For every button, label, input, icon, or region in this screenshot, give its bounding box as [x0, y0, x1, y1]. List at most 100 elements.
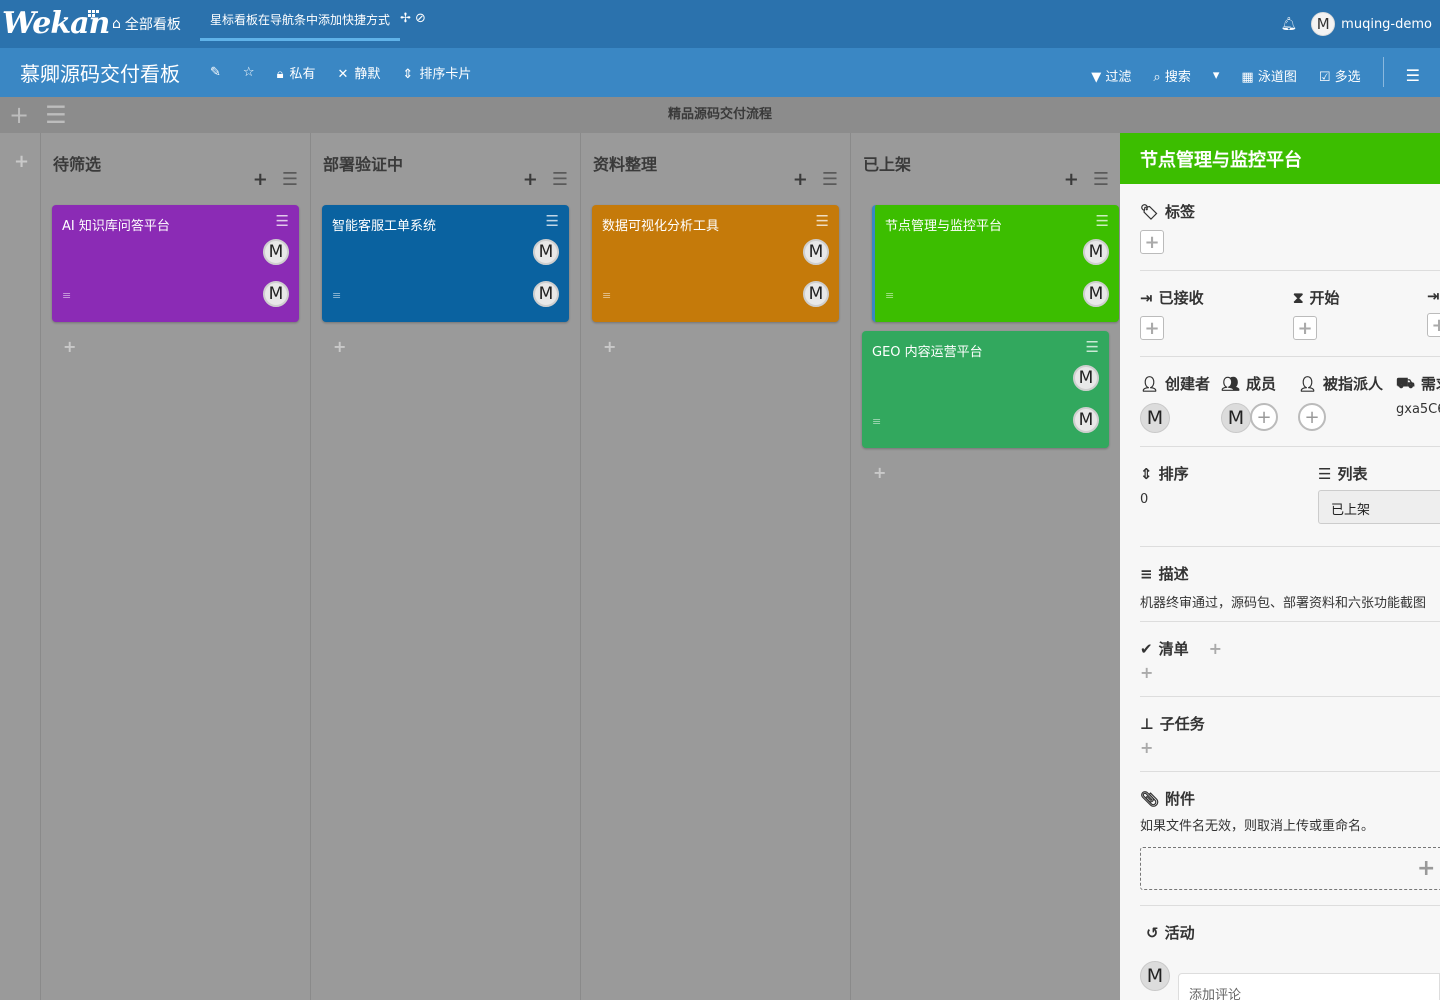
- list-title[interactable]: 部署验证中: [323, 151, 403, 175]
- list-controls: + ☰: [253, 169, 298, 190]
- member-avatar[interactable]: M: [1221, 403, 1251, 433]
- sort-value[interactable]: 0: [1140, 492, 1300, 507]
- hamburger-menu-icon[interactable]: ☰: [1406, 66, 1420, 85]
- divider: [1140, 446, 1440, 447]
- home-icon: ⌂: [112, 16, 121, 32]
- card-menu-icon[interactable]: ☰: [816, 214, 829, 229]
- card-member-avatar[interactable]: M: [803, 239, 829, 265]
- card-member-avatar[interactable]: M: [1083, 239, 1109, 265]
- card-detail-title[interactable]: 节点管理与监控平台: [1120, 133, 1440, 184]
- swimlane-view-button[interactable]: ▦ 泳道图: [1241, 66, 1296, 85]
- add-due-date-button[interactable]: +: [1427, 313, 1440, 337]
- received-section: ⇥ 已接收 +: [1140, 287, 1300, 340]
- card[interactable]: GEO 内容运营平台 ☰ M ≡ M: [862, 331, 1109, 448]
- list-title[interactable]: 资料整理: [593, 151, 657, 175]
- add-card-icon[interactable]: +: [253, 169, 268, 190]
- add-member-button[interactable]: +: [1250, 403, 1278, 431]
- add-checklist-header-icon[interactable]: +: [1209, 639, 1222, 658]
- labels-title: 标签: [1165, 203, 1196, 221]
- list-menu-icon[interactable]: ☰: [822, 169, 838, 190]
- received-title: 已接收: [1158, 289, 1204, 307]
- sort-cards-button[interactable]: ⇕ 排序卡片: [402, 63, 471, 82]
- search-button[interactable]: ⌕ 搜索: [1153, 66, 1190, 85]
- card-menu-icon[interactable]: ☰: [546, 214, 559, 229]
- list-controls: + ☰: [793, 169, 838, 190]
- requester-value[interactable]: gxa5C6: [1396, 402, 1440, 417]
- list-menu-icon[interactable]: ☰: [282, 169, 298, 190]
- bell-icon[interactable]: 🔔︎: [1281, 17, 1298, 32]
- align-left-icon: ≡: [1140, 564, 1153, 583]
- card[interactable]: AI 知识库问答平台 ☰ M ≡ M: [52, 205, 299, 322]
- card-assignee-avatar[interactable]: M: [1073, 407, 1099, 433]
- swimlane-title[interactable]: 精品源码交付流程: [0, 103, 1440, 122]
- start-section: ⧗ 开始 +: [1293, 287, 1423, 340]
- all-boards-link[interactable]: ⌂ 全部看板: [112, 14, 181, 34]
- add-list-column: +: [0, 133, 41, 1000]
- add-subtask-icon[interactable]: +: [1140, 738, 1440, 757]
- all-boards-label: 全部看板: [124, 17, 181, 33]
- add-card-bottom-icon[interactable]: +: [333, 337, 346, 356]
- add-card-icon[interactable]: +: [793, 169, 808, 190]
- add-list-icon[interactable]: +: [14, 151, 29, 172]
- add-received-date-button[interactable]: +: [1140, 316, 1164, 340]
- card-assignee-avatar[interactable]: M: [1083, 281, 1109, 307]
- add-card-bottom-icon[interactable]: +: [873, 463, 886, 482]
- filter-button[interactable]: ▼ 过滤: [1091, 66, 1131, 85]
- private-label: 私有: [289, 67, 316, 82]
- board-title[interactable]: 慕卿源码交付看板: [20, 58, 180, 87]
- card-menu-icon[interactable]: ☰: [1096, 214, 1109, 229]
- card-title: 节点管理与监控平台: [885, 219, 1003, 234]
- sort-title: 排序: [1158, 465, 1189, 483]
- visibility-button[interactable]: 🔒︎ 私有: [277, 63, 316, 82]
- divider: [1140, 546, 1440, 547]
- sign-in-icon: ⇥: [1140, 288, 1153, 307]
- add-card-bottom-icon[interactable]: +: [63, 337, 76, 356]
- card-member-avatar[interactable]: M: [1073, 365, 1099, 391]
- list-column: 部署验证中 + ☰ 智能客服工单系统 ☰ M ≡ M +: [311, 133, 581, 1000]
- shortcut-tab-icons[interactable]: ✢ ⊘: [400, 11, 426, 26]
- add-card-icon[interactable]: +: [523, 169, 538, 190]
- creator-avatar[interactable]: M: [1140, 403, 1170, 433]
- list-menu-icon[interactable]: ☰: [1093, 169, 1109, 190]
- due-section: ⇥ +: [1427, 287, 1440, 337]
- comment-input[interactable]: 添加评论: [1178, 973, 1440, 1000]
- card-member-avatar[interactable]: M: [263, 239, 289, 265]
- card-assignee-avatar[interactable]: M: [533, 281, 559, 307]
- card[interactable]: 数据可视化分析工具 ☰ M ≡ M: [592, 205, 839, 322]
- lock-icon: 🔒︎: [276, 67, 284, 82]
- list-title[interactable]: 已上架: [863, 151, 911, 175]
- users-icon: 👥︎: [1221, 374, 1241, 393]
- multiselect-button[interactable]: ☑ 多选: [1319, 66, 1361, 85]
- card-assignee-avatar[interactable]: M: [803, 281, 829, 307]
- swimlane-view-label: 泳道图: [1257, 69, 1297, 85]
- card-menu-icon[interactable]: ☰: [276, 214, 289, 229]
- add-assignee-button[interactable]: +: [1298, 403, 1326, 431]
- card-assignee-avatar[interactable]: M: [263, 281, 289, 307]
- edit-icon[interactable]: ✎: [210, 65, 221, 80]
- add-checklist-icon[interactable]: +: [1140, 663, 1440, 682]
- starred-boards-tab[interactable]: 星标看板在导航条中添加快捷方式: [200, 0, 400, 42]
- add-card-bottom-icon[interactable]: +: [603, 337, 616, 356]
- card-member-avatar[interactable]: M: [533, 239, 559, 265]
- add-card-icon[interactable]: +: [1064, 169, 1079, 190]
- add-attachment-icon[interactable]: +: [1417, 856, 1435, 881]
- paperclip-icon: 📎︎: [1140, 789, 1160, 808]
- list-menu-icon[interactable]: ☰: [552, 169, 568, 190]
- description-text[interactable]: 机器终审通过，源码包、部署资料和六张功能截图: [1140, 592, 1440, 611]
- card[interactable]: 智能客服工单系统 ☰ M ≡ M: [322, 205, 569, 322]
- username[interactable]: muqing-demo: [1341, 17, 1432, 32]
- add-label-button[interactable]: +: [1140, 230, 1164, 254]
- card-menu-icon[interactable]: ☰: [1086, 340, 1099, 355]
- card-selected[interactable]: 节点管理与监控平台 ☰ M ≡ M: [872, 205, 1119, 322]
- attachment-dropzone[interactable]: +: [1140, 847, 1440, 890]
- add-start-date-button[interactable]: +: [1293, 316, 1317, 340]
- view-dropdown-caret-icon[interactable]: ▾: [1213, 68, 1220, 83]
- mute-button[interactable]: ✕ 静默: [338, 63, 381, 82]
- checkbox-icon: ☑: [1318, 69, 1331, 85]
- board-actions-left: ✎ ☆ 🔒︎ 私有 ✕ 静默 ⇕ 排序卡片: [210, 63, 471, 82]
- list-title[interactable]: 待筛选: [53, 151, 101, 175]
- user-avatar[interactable]: M: [1311, 12, 1336, 36]
- list-select[interactable]: 已上架: [1318, 490, 1440, 524]
- list-column: 资料整理 + ☰ 数据可视化分析工具 ☰ M ≡ M +: [581, 133, 851, 1000]
- star-icon[interactable]: ☆: [243, 65, 255, 80]
